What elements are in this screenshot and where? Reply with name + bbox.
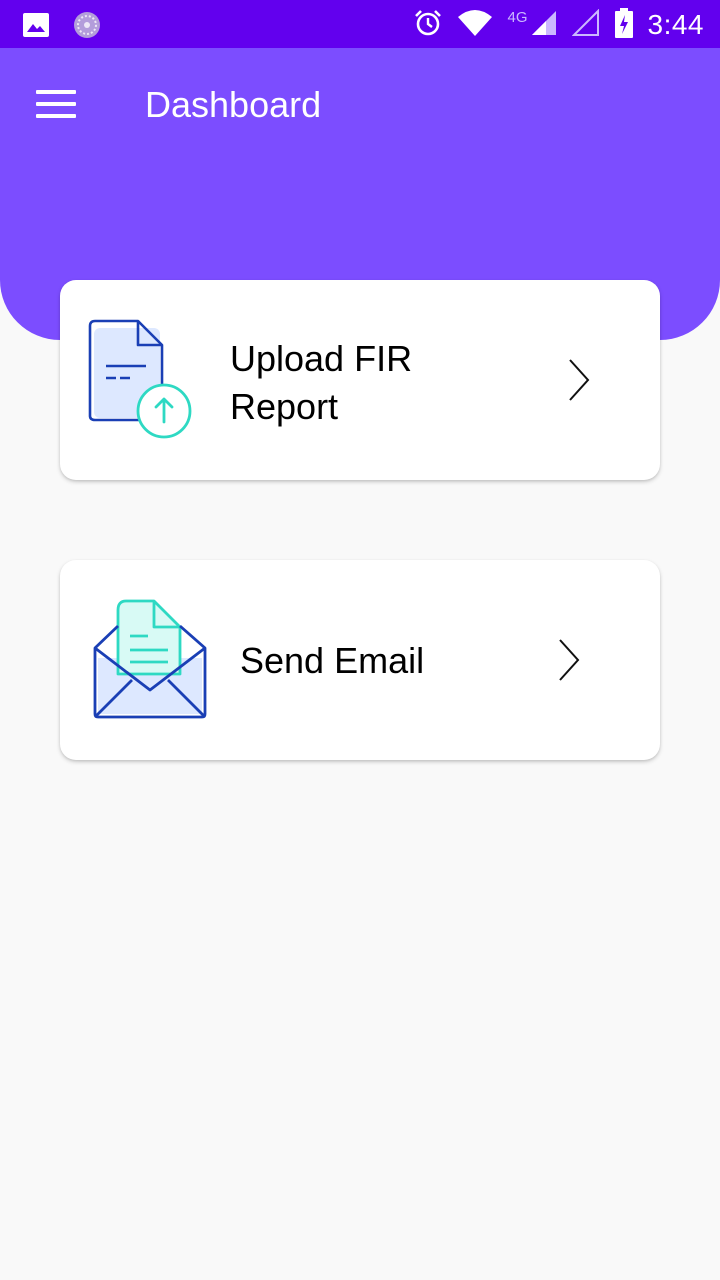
hamburger-menu-icon[interactable] <box>30 82 82 126</box>
status-time: 3:44 <box>647 9 704 40</box>
image-icon <box>22 12 50 42</box>
wifi-icon <box>457 9 493 41</box>
label-line-2: Report <box>230 386 339 427</box>
document-upload-icon <box>86 318 196 448</box>
chevron-right-icon <box>556 638 582 686</box>
menu-line <box>36 102 76 106</box>
upload-fir-report-label: Upload FIR Report <box>230 335 412 431</box>
status-bar: 4G 3:44 <box>0 0 720 48</box>
menu-line <box>36 90 76 94</box>
status-bar-left <box>22 10 102 44</box>
upload-fir-report-card[interactable]: Upload FIR Report <box>60 280 660 480</box>
network-type-label: 4G <box>507 8 528 26</box>
menu-line <box>36 114 76 118</box>
label-line-1: Upload FIR <box>230 338 413 379</box>
alarm-icon <box>413 8 443 42</box>
signal-empty-icon <box>571 8 600 41</box>
chevron-right-icon <box>566 358 592 406</box>
send-email-card[interactable]: Send Email <box>60 560 660 760</box>
send-email-label: Send Email <box>240 640 425 681</box>
app-notification-icon <box>72 10 102 44</box>
page-title: Dashboard <box>145 84 322 125</box>
status-bar-right: 4G 3:44 <box>413 6 704 44</box>
battery-charging-icon <box>614 7 634 43</box>
signal-icon <box>530 9 558 41</box>
open-envelope-document-icon <box>90 596 210 728</box>
